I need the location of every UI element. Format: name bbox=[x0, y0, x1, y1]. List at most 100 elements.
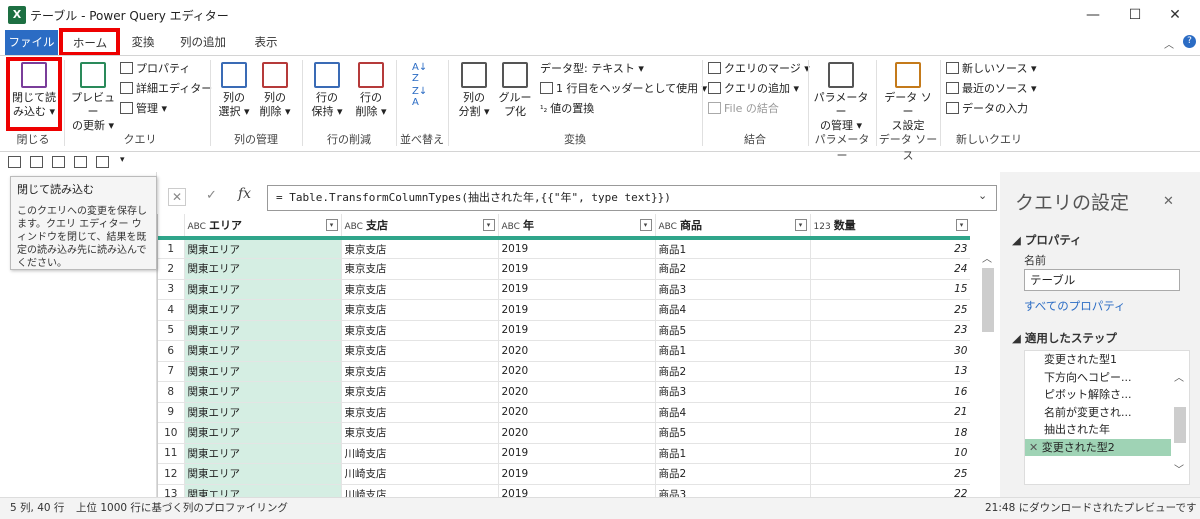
table-cell[interactable]: 2019 bbox=[498, 279, 656, 300]
tab-home[interactable]: ホーム bbox=[60, 30, 120, 55]
minimize-button[interactable]: — bbox=[1078, 4, 1108, 26]
replace-values-button[interactable]: ¹₂ 値の置換 bbox=[540, 100, 594, 118]
properties-section-header[interactable]: ◢ プロパティ bbox=[1012, 232, 1082, 248]
table-row[interactable]: 9 関東エリア 東京支店 2020 商品4 21 bbox=[158, 402, 970, 423]
table-row[interactable]: 8 関東エリア 東京支店 2020 商品3 16 bbox=[158, 381, 970, 403]
close-settings-icon[interactable]: ✕ bbox=[1163, 194, 1174, 209]
table-cell[interactable]: 商品1 bbox=[655, 340, 811, 362]
cell-area[interactable]: 関東エリア bbox=[184, 279, 342, 300]
table-cell[interactable]: 2020 bbox=[498, 402, 656, 423]
select-all-cell[interactable] bbox=[158, 214, 185, 240]
expand-formula-icon[interactable]: ⌄ bbox=[978, 189, 987, 202]
qat-undo-icon[interactable] bbox=[30, 156, 43, 168]
table-cell[interactable]: 東京支店 bbox=[341, 381, 499, 403]
steps-scrollbar-thumb[interactable] bbox=[1174, 407, 1186, 443]
maximize-button[interactable]: ☐ bbox=[1120, 4, 1150, 26]
cell-quantity[interactable]: 25 bbox=[810, 299, 970, 321]
steps-scrollbar[interactable]: ︿ ﹀ bbox=[1171, 351, 1189, 484]
remove-rows-button[interactable]: 行の 削除 ▾ bbox=[350, 62, 392, 119]
qat-properties-icon[interactable] bbox=[74, 156, 87, 168]
qat-save-icon[interactable] bbox=[52, 156, 65, 168]
combine-files-button[interactable]: File の結合 bbox=[708, 100, 779, 118]
cell-quantity[interactable]: 16 bbox=[810, 381, 970, 403]
cell-area[interactable]: 関東エリア bbox=[184, 320, 342, 341]
cell-quantity[interactable]: 24 bbox=[810, 258, 970, 280]
cell-quantity[interactable]: 23 bbox=[810, 320, 970, 341]
scroll-up-icon[interactable]: ︿ bbox=[982, 250, 992, 265]
table-cell[interactable]: 商品2 bbox=[655, 258, 811, 280]
merge-queries-button[interactable]: クエリのマージ ▾ bbox=[708, 60, 810, 78]
row-number[interactable]: 7 bbox=[158, 361, 185, 382]
cancel-formula-icon[interactable]: ✕ bbox=[168, 188, 186, 206]
applied-step[interactable]: 下方向へコピー... bbox=[1025, 369, 1189, 387]
column-header[interactable]: ABC 年 ▾ bbox=[498, 214, 656, 240]
table-cell[interactable]: 東京支店 bbox=[341, 340, 499, 362]
column-filter-icon[interactable]: ▾ bbox=[325, 219, 338, 231]
help-icon[interactable]: ? bbox=[1183, 35, 1196, 48]
row-number[interactable]: 10 bbox=[158, 422, 185, 444]
table-cell[interactable]: 東京支店 bbox=[341, 279, 499, 300]
table-cell[interactable]: 商品1 bbox=[655, 443, 811, 464]
refresh-preview-button[interactable]: プレビュー の更新 ▾ bbox=[68, 62, 118, 133]
cell-quantity[interactable]: 25 bbox=[810, 463, 970, 485]
table-row[interactable]: 12 関東エリア 川崎支店 2019 商品2 25 bbox=[158, 463, 970, 485]
applied-steps-header[interactable]: ◢ 適用したステップ bbox=[1012, 330, 1117, 346]
qat-close-load-icon[interactable] bbox=[8, 156, 21, 168]
table-cell[interactable]: 2019 bbox=[498, 258, 656, 280]
tab-file[interactable]: ファイル bbox=[5, 30, 58, 55]
table-row[interactable]: 11 関東エリア 川崎支店 2019 商品1 10 bbox=[158, 443, 970, 464]
close-window-button[interactable]: ✕ bbox=[1160, 4, 1190, 26]
fx-icon[interactable]: fx bbox=[238, 186, 251, 202]
cell-quantity[interactable]: 15 bbox=[810, 279, 970, 300]
table-row[interactable]: 3 関東エリア 東京支店 2019 商品3 15 bbox=[158, 279, 970, 300]
split-column-button[interactable]: 列の 分割 ▾ bbox=[454, 62, 494, 119]
manage-button[interactable]: 管理 ▾ bbox=[120, 100, 167, 118]
table-cell[interactable]: 2019 bbox=[498, 463, 656, 485]
applied-step[interactable]: ✕ 変更された型2 bbox=[1025, 438, 1189, 456]
use-first-row-as-headers-button[interactable]: 1 行目をヘッダーとして使用 ▾ bbox=[540, 80, 707, 98]
table-cell[interactable]: 商品2 bbox=[655, 361, 811, 382]
tab-view[interactable]: 表示 bbox=[248, 30, 284, 55]
new-source-button[interactable]: 新しいソース ▾ bbox=[946, 60, 1036, 78]
table-row[interactable]: 10 関東エリア 東京支店 2020 商品5 18 bbox=[158, 422, 970, 444]
qat-refresh-icon[interactable] bbox=[96, 156, 109, 168]
manage-parameters-button[interactable]: パラメーター の管理 ▾ bbox=[812, 62, 870, 133]
data-type-dropdown[interactable]: データ型: テキスト ▾ bbox=[540, 60, 644, 78]
properties-button[interactable]: プロパティ bbox=[120, 60, 190, 78]
data-source-settings-button[interactable]: データ ソー ス設定 bbox=[880, 62, 936, 133]
cell-area[interactable]: 関東エリア bbox=[184, 299, 342, 321]
table-cell[interactable]: 商品2 bbox=[655, 463, 811, 485]
cell-area[interactable]: 関東エリア bbox=[184, 463, 342, 485]
cell-area[interactable]: 関東エリア bbox=[184, 238, 342, 259]
table-cell[interactable]: 商品5 bbox=[655, 422, 811, 444]
column-type-icon[interactable]: ABC bbox=[188, 222, 206, 232]
append-queries-button[interactable]: クエリの追加 ▾ bbox=[708, 80, 799, 98]
steps-scroll-up-icon[interactable]: ︿ bbox=[1174, 369, 1184, 384]
close-and-load-button[interactable]: 閉じて読 み込む ▾ bbox=[10, 62, 58, 119]
table-row[interactable]: 7 関東エリア 東京支店 2020 商品2 13 bbox=[158, 361, 970, 382]
column-header[interactable]: ABC 商品 ▾ bbox=[655, 214, 811, 240]
tab-transform[interactable]: 変換 bbox=[126, 30, 160, 55]
cell-area[interactable]: 関東エリア bbox=[184, 443, 342, 464]
table-cell[interactable]: 東京支店 bbox=[341, 299, 499, 321]
cell-quantity[interactable]: 30 bbox=[810, 340, 970, 362]
table-cell[interactable]: 商品3 bbox=[655, 279, 811, 300]
applied-step[interactable]: 名前が変更され... bbox=[1025, 404, 1189, 422]
cell-quantity[interactable]: 10 bbox=[810, 443, 970, 464]
row-number[interactable]: 1 bbox=[158, 238, 185, 259]
column-type-icon[interactable]: 123 bbox=[814, 222, 831, 232]
table-cell[interactable]: 東京支店 bbox=[341, 402, 499, 423]
column-filter-icon[interactable]: ▾ bbox=[794, 219, 807, 231]
row-number[interactable]: 2 bbox=[158, 258, 185, 280]
cell-quantity[interactable]: 13 bbox=[810, 361, 970, 382]
choose-columns-button[interactable]: 列の 選択 ▾ bbox=[214, 62, 254, 119]
table-cell[interactable]: 川崎支店 bbox=[341, 443, 499, 464]
row-number[interactable]: 5 bbox=[158, 320, 185, 341]
table-cell[interactable]: 商品5 bbox=[655, 320, 811, 341]
applied-step[interactable]: 抽出された年 bbox=[1025, 421, 1189, 439]
row-number[interactable]: 4 bbox=[158, 299, 185, 321]
cell-quantity[interactable]: 21 bbox=[810, 402, 970, 423]
table-cell[interactable]: 2020 bbox=[498, 422, 656, 444]
row-number[interactable]: 3 bbox=[158, 279, 185, 300]
table-cell[interactable]: 商品4 bbox=[655, 402, 811, 423]
